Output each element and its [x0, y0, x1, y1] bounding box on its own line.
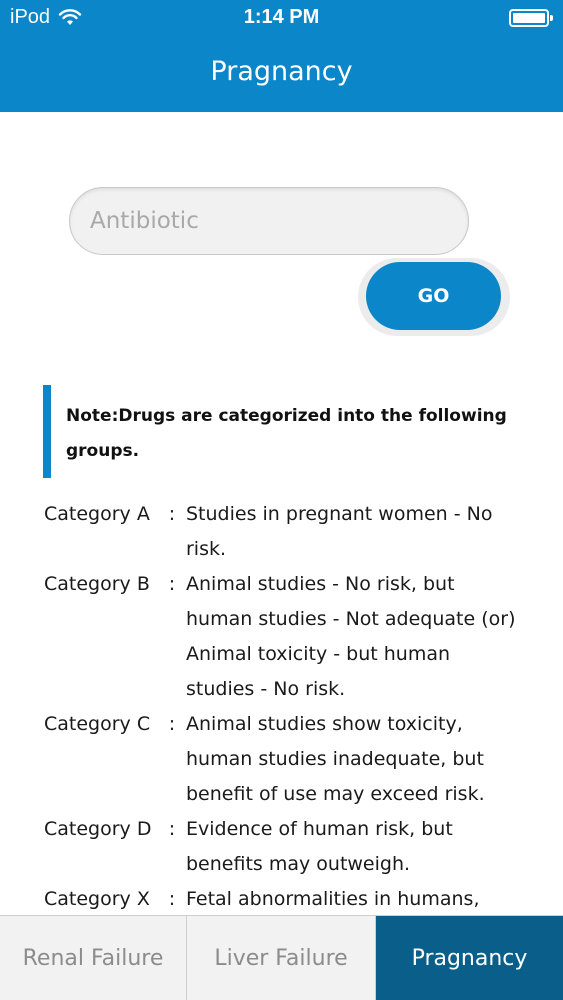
- category-label: Category A: [44, 503, 150, 525]
- category-row-x: Category X : Fetal abnormalities in huma…: [44, 882, 544, 917]
- category-separator: :: [168, 888, 176, 910]
- category-description: Studies in pregnant women - No risk.: [186, 503, 493, 560]
- category-separator: :: [168, 573, 176, 595]
- category-separator: :: [168, 503, 176, 525]
- category-row-c: Category C : Animal studies show toxicit…: [44, 707, 544, 812]
- category-label: Category D: [44, 818, 152, 840]
- tab-pragnancy[interactable]: Pragnancy: [376, 916, 563, 1000]
- header-bar: iPod 1:14 PM Pragnancy: [0, 0, 563, 112]
- category-description: Animal studies show toxicity, human stud…: [186, 713, 485, 805]
- category-row-a: Category A : Studies in pregnant women -…: [44, 497, 544, 567]
- category-description: Fetal abnormalities in humans,: [186, 888, 480, 910]
- page-title: Pragnancy: [210, 56, 353, 87]
- search-input[interactable]: [69, 187, 469, 255]
- category-row-b: Category B : Animal studies - No risk, b…: [44, 567, 544, 707]
- category-list: Category A : Studies in pregnant women -…: [44, 497, 544, 917]
- category-row-d: Category D : Evidence of human risk, but…: [44, 812, 544, 882]
- battery-icon: [509, 9, 553, 27]
- status-bar: iPod 1:14 PM: [0, 0, 563, 38]
- category-separator: :: [168, 818, 176, 840]
- tab-renal-failure[interactable]: Renal Failure: [0, 916, 187, 1000]
- go-button[interactable]: GO: [366, 262, 501, 330]
- category-label: Category X: [44, 888, 150, 910]
- category-description: Animal studies - No risk, but human stud…: [186, 573, 516, 700]
- category-description: Evidence of human risk, but benefits may…: [186, 818, 453, 875]
- category-label: Category B: [44, 573, 150, 595]
- category-separator: :: [168, 713, 176, 735]
- tab-liver-failure[interactable]: Liver Failure: [187, 916, 376, 1000]
- category-label: Category C: [44, 713, 151, 735]
- status-time: 1:14 PM: [243, 6, 320, 28]
- tab-bar: Renal Failure Liver Failure Pragnancy: [0, 915, 563, 1000]
- note-box: Note:Drugs are categorized into the foll…: [43, 385, 523, 478]
